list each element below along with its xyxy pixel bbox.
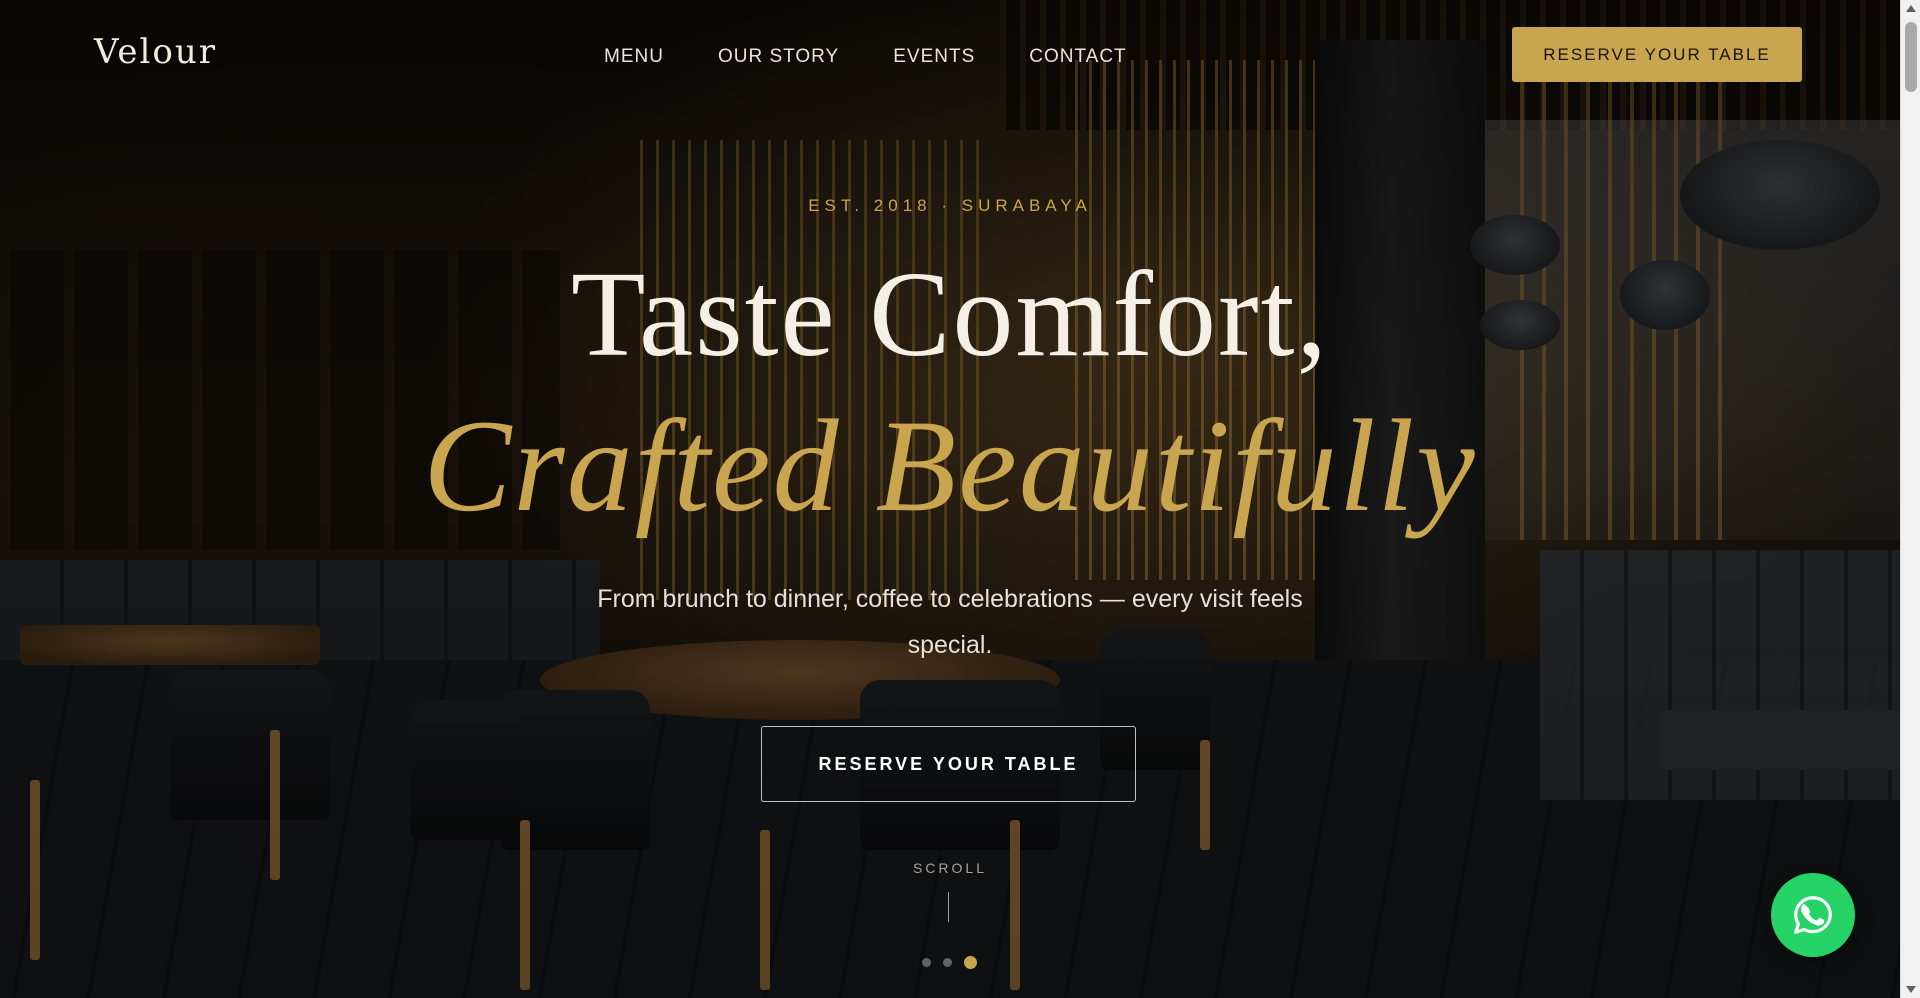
scrollbar-thumb[interactable] (1905, 22, 1917, 92)
page-scrollbar[interactable] (1900, 0, 1920, 998)
slide-indicator (922, 956, 977, 969)
scroll-up-arrow-icon[interactable] (1901, 0, 1920, 17)
whatsapp-button[interactable] (1771, 873, 1855, 957)
hero-section: EST. 2018 · SURABAYA Taste Comfort, Craf… (0, 0, 1900, 998)
hero-subtitle: From brunch to dinner, coffee to celebra… (597, 585, 1303, 659)
whatsapp-icon (1794, 896, 1832, 934)
slide-dot[interactable] (964, 956, 977, 969)
scroll-indicator-line (948, 892, 949, 922)
hero-reserve-button[interactable]: RESERVE YOUR TABLE (761, 726, 1136, 802)
hero-headline-line2: Crafted Beautifully (423, 392, 1477, 539)
slide-dot[interactable] (922, 958, 931, 967)
slide-dot[interactable] (943, 958, 952, 967)
scroll-indicator-label: SCROLL (912, 860, 988, 876)
scroll-down-arrow-icon[interactable] (1901, 981, 1920, 998)
page-viewport: Velour MENU OUR STORY EVENTS CONTACT RES… (0, 0, 1900, 998)
hero-eyebrow: EST. 2018 · SURABAYA (808, 196, 1092, 215)
hero-headline-line1: Taste Comfort, (570, 247, 1330, 382)
